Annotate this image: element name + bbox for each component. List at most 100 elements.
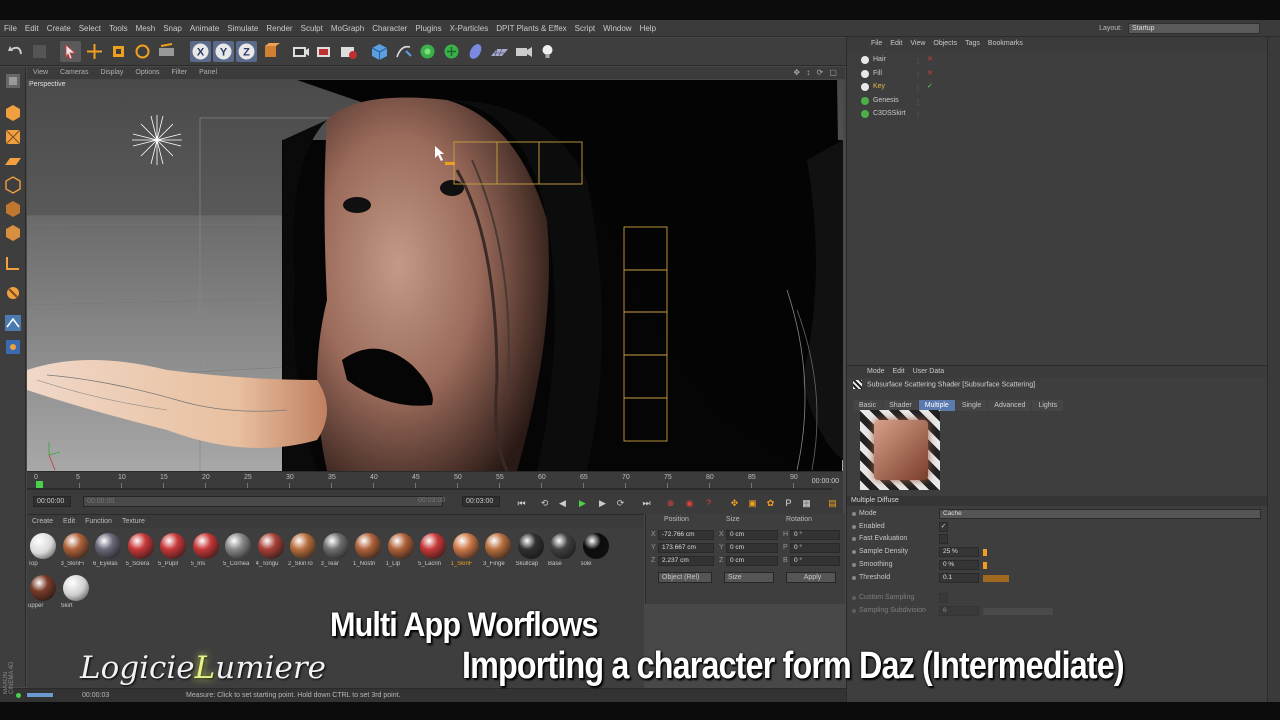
menu-item[interactable]: Simulate [223,20,262,37]
prev-frame-icon[interactable]: ◀ [555,496,570,511]
recent-tools-icon[interactable] [156,41,177,62]
key-scale-icon[interactable]: ▣ [745,496,760,511]
menu-item[interactable]: Script [571,20,599,37]
rotate-icon[interactable] [132,41,153,62]
rotation-field[interactable]: 0 ° [790,556,840,566]
parameter-animate-dot[interactable] [852,524,856,529]
attribute-menu-item[interactable]: Mode [863,366,889,378]
object-flag[interactable]: ✕ [927,54,933,66]
apply-button[interactable]: Apply [786,572,836,583]
material-swatch[interactable]: 1_Nostri [353,531,383,569]
parameter-value[interactable] [939,534,948,545]
next-key-icon[interactable]: ⟳ [613,496,628,511]
render-settings-icon[interactable] [338,41,359,62]
viewport-menu-item[interactable]: View [27,67,54,79]
select-arrow-icon[interactable] [60,41,81,62]
array-icon[interactable] [441,41,462,62]
menu-item[interactable]: Help [636,20,660,37]
object-menu-item[interactable]: File [867,37,886,51]
light-icon[interactable] [537,41,558,62]
model-mode-icon[interactable] [3,71,23,91]
parameter-animate-dot[interactable] [852,575,856,580]
material-swatch[interactable]: Skullcap [516,531,546,569]
preview-range-slider[interactable]: 00:00:00 [83,496,443,507]
layout-switcher[interactable]: Layout: Startup [1099,22,1260,35]
start-time-field[interactable]: 00:00:00 [33,496,71,507]
floor-icon[interactable] [489,41,510,62]
visibility-dots[interactable]: ⋮ [915,83,921,95]
timeline-track[interactable] [27,488,832,490]
key-rotation-icon[interactable]: ✿ [763,496,778,511]
x-axis-icon[interactable]: X [190,41,211,62]
object-row[interactable]: Genesis ⋮ [851,95,1261,107]
timeline-ruler[interactable]: 0 5 10 15 20 25 30 35 40 45 50 55 60 65 70 75 80 85 90 [34,474,825,494]
perspective-viewport[interactable]: Perspective [27,80,843,471]
go-to-end-icon[interactable]: ⏭ [639,496,654,511]
object-flag[interactable]: ✕ [927,68,933,80]
material-swatch[interactable]: 1_Lip [386,531,416,569]
parameter-animate-dot[interactable] [852,608,856,613]
rotation-field[interactable]: 0 ° [790,543,840,553]
parameter-slider[interactable] [983,607,1053,615]
polygons-mode-icon[interactable] [3,223,23,243]
parameter-slider[interactable] [983,561,987,569]
position-field[interactable]: 173.667 cm [658,543,714,553]
parameter-animate-dot[interactable] [852,512,856,516]
layout-select[interactable]: Startup [1128,22,1260,34]
size-field[interactable]: 0 cm [726,556,778,566]
texture-mode-icon[interactable] [3,127,23,147]
visibility-dots[interactable]: ⋮ [915,97,921,109]
menu-item[interactable]: X-Particles [446,20,493,37]
attribute-menu-item[interactable]: User Data [909,366,949,378]
menu-item[interactable]: Snap [159,20,186,37]
points-mode-icon[interactable] [3,175,23,195]
end-time-field[interactable]: 00:03:00 [462,496,500,507]
material-swatch[interactable]: 2_SkinTo [288,531,318,569]
parameter-value[interactable]: 0 % [939,559,979,570]
viewport-menu-item[interactable]: Filter [166,67,194,79]
parameter-animate-dot[interactable] [852,596,856,601]
autokey-icon[interactable]: ◉ [682,496,697,511]
parameter-slider[interactable] [983,549,987,557]
material-swatch[interactable]: 3_SkinFi [61,531,91,569]
render-view-icon[interactable] [290,41,311,62]
object-flag[interactable]: ✓ [927,81,933,93]
undo-icon[interactable] [6,41,27,62]
object-menu-item[interactable]: Edit [886,37,906,51]
material-swatch[interactable]: upper [28,573,58,611]
parameter-animate-dot[interactable] [852,537,856,542]
cube-primitive-icon[interactable] [369,41,390,62]
size-field[interactable]: 0 cm [726,530,778,540]
tab-advanced[interactable]: Advanced [988,400,1032,411]
lock-workplane-icon[interactable] [3,337,23,357]
keyframe-selection-icon[interactable]: ? [701,496,716,511]
object-menu-item[interactable]: Tags [961,37,984,51]
material-swatch[interactable]: Top [28,531,58,569]
rotation-field[interactable]: 0 ° [790,530,840,540]
object-menu-item[interactable]: View [906,37,929,51]
parameter-animate-dot[interactable] [852,550,856,555]
menu-item[interactable]: Window [599,20,635,37]
menu-item[interactable]: File [0,20,21,37]
viewport-menu-item[interactable]: Panel [193,67,223,79]
viewport-menu-item[interactable]: Options [129,67,165,79]
menu-item[interactable]: Select [75,20,105,37]
material-swatch[interactable]: 1_SkinF [451,531,481,569]
object-menu-item[interactable]: Objects [929,37,961,51]
material-swatch[interactable]: 5_Lacrin [418,531,448,569]
menu-item[interactable]: Character [368,20,411,37]
object-row[interactable]: Fill ⋮ ✕ [851,68,1261,80]
prev-key-icon[interactable]: ⟲ [537,496,552,511]
move-icon[interactable] [84,41,105,62]
coordinate-system-icon[interactable] [260,41,281,62]
menu-item[interactable]: Animate [186,20,223,37]
material-menu-item[interactable]: Create [27,515,58,528]
menu-item[interactable]: Plugins [411,20,445,37]
material-menu-item[interactable]: Texture [117,515,150,528]
play-icon[interactable]: ▶ [575,496,590,511]
tab-single[interactable]: Single [955,400,988,411]
menu-item[interactable]: Sculpt [297,20,327,37]
object-row[interactable]: Key ⋮ ✓ [851,81,1261,93]
scale-icon[interactable] [108,41,129,62]
menu-item[interactable]: Mesh [132,20,160,37]
